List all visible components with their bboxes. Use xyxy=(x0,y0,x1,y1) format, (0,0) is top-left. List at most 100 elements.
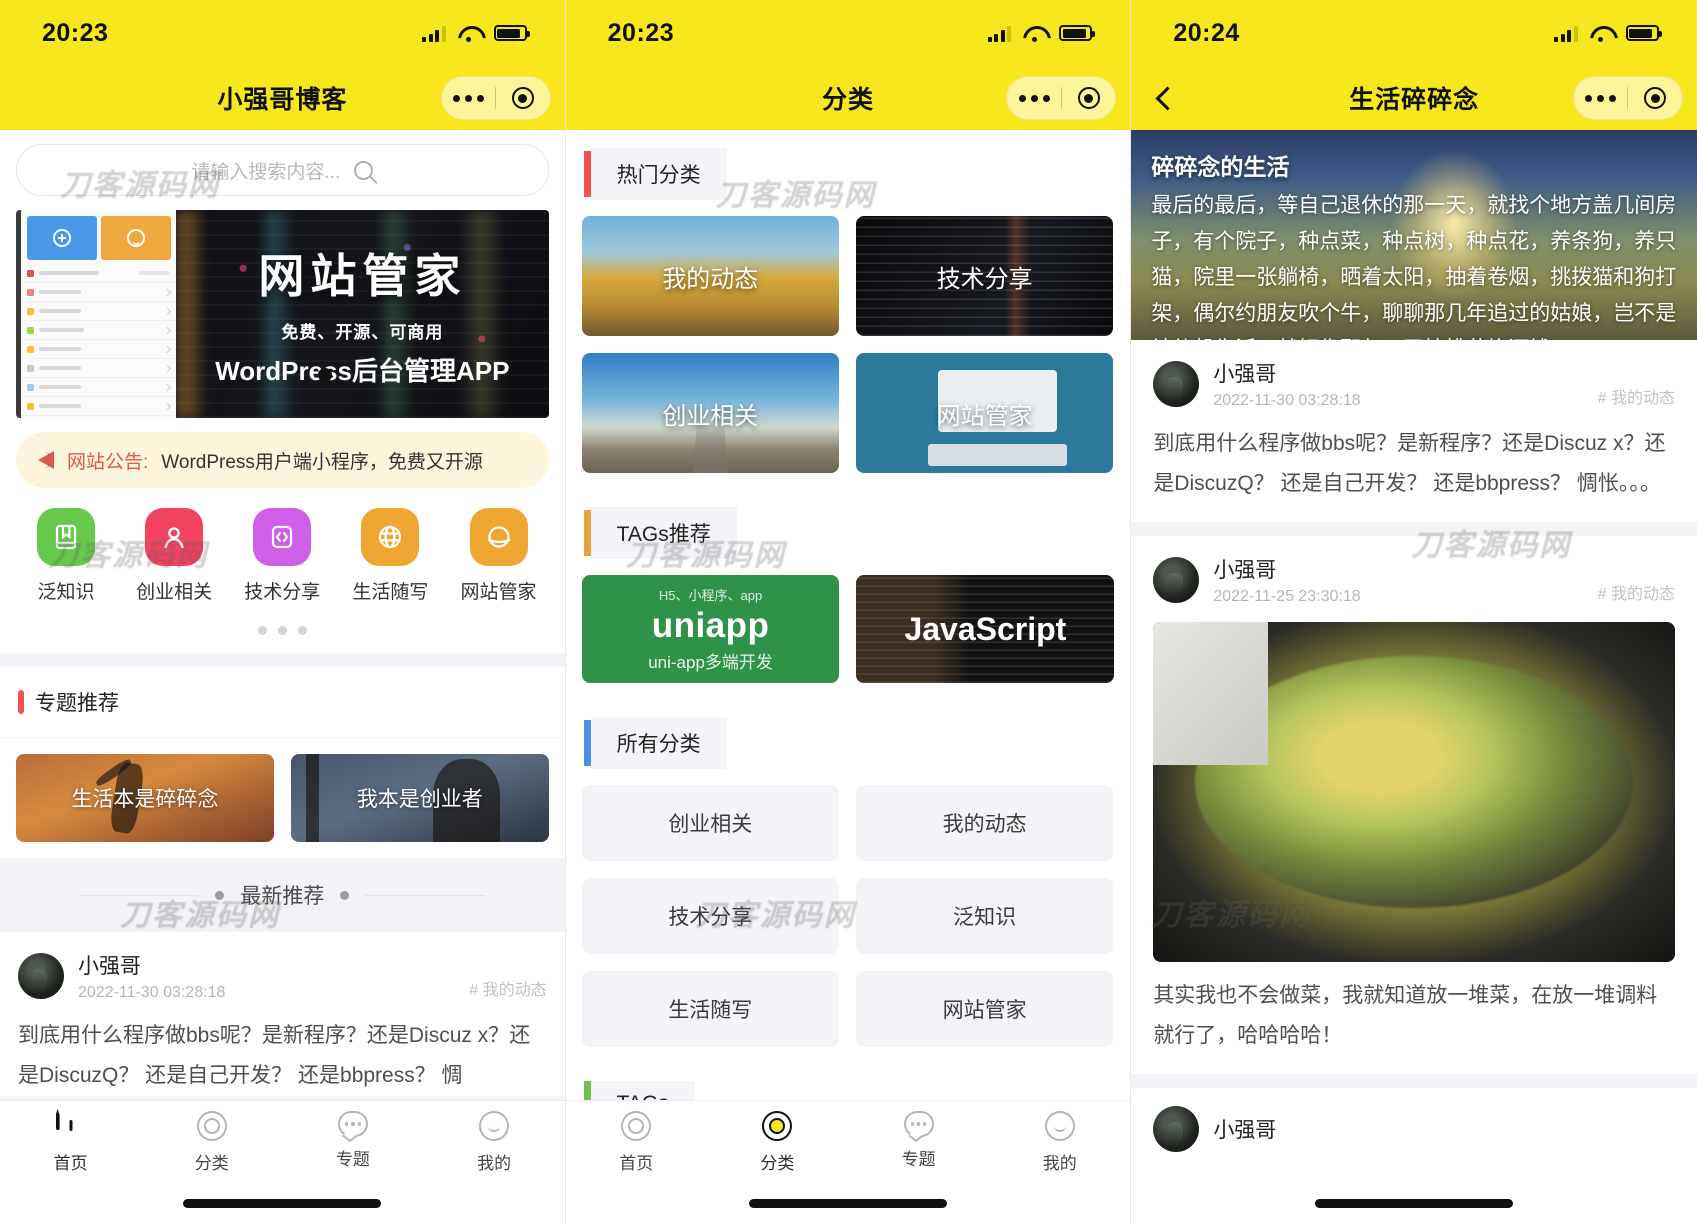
tab-profile[interactable]: 我的 xyxy=(989,1111,1130,1224)
search-icon[interactable] xyxy=(354,160,374,180)
category-icon xyxy=(196,1111,227,1141)
banner-tile-feedback xyxy=(101,216,171,260)
post-tag[interactable]: # 我的动态 xyxy=(1598,580,1675,604)
announcement-text: WordPress用户端小程序，免费又开源 xyxy=(161,451,483,473)
close-target-icon[interactable] xyxy=(496,87,550,109)
home-banner[interactable]: 网站管家 免费、开源、可商用 WordPress后台管理APP xyxy=(16,210,549,418)
banner-list-row xyxy=(21,283,176,302)
hot-card[interactable]: 网站管家 xyxy=(855,353,1114,473)
tab-label: 首页 xyxy=(619,1154,654,1173)
wechat-capsule-menu[interactable] xyxy=(440,76,551,120)
tab-label: 我的 xyxy=(477,1154,512,1173)
tag-card-uniapp[interactable]: H5、小程序、app uniapp uni-app多端开发 xyxy=(581,575,840,683)
post-image[interactable] xyxy=(1153,622,1675,962)
post-item[interactable]: 小强哥 2022-11-30 03:28:18 # 我的动态 到底用什么程序做b… xyxy=(1131,340,1697,522)
tab-profile[interactable]: 我的 xyxy=(424,1111,565,1224)
category-button[interactable]: 泛知识 xyxy=(855,878,1114,954)
topic-hero-title: 碎碎念的生活 xyxy=(1151,154,1290,180)
hot-card[interactable]: 技术分享 xyxy=(855,216,1114,336)
back-button[interactable] xyxy=(1145,78,1185,118)
category-button[interactable]: 生活随写 xyxy=(581,971,839,1047)
post-separator xyxy=(1131,1074,1697,1088)
post-header: 小强哥 2022-11-30 03:28:18 # 我的动态 xyxy=(18,950,547,1002)
quick-icon-fanzhishi[interactable]: 泛知识 xyxy=(12,508,120,604)
quick-icon-label: 泛知识 xyxy=(37,582,95,603)
tags-rec-section-header: TAGs推荐 xyxy=(583,507,1131,559)
hot-category-grid: 我的动态 技术分享 创业相关 网站管家 xyxy=(566,200,1131,489)
status-bar-2: 20:23 xyxy=(565,0,1131,66)
wechat-capsule-menu[interactable] xyxy=(1572,76,1683,120)
tag-card-sub: uni-app多端开发 xyxy=(648,653,773,672)
home-indicator xyxy=(1315,1199,1514,1208)
carousel-indicator[interactable] xyxy=(0,604,565,653)
tab-home[interactable]: 首页 xyxy=(566,1111,707,1224)
avatar xyxy=(1153,557,1200,603)
quick-icon-chuangye[interactable]: 创业相关 xyxy=(120,508,228,604)
quick-icon-jishu[interactable]: 技术分享 xyxy=(228,508,336,604)
tab-home[interactable]: 首页 xyxy=(0,1109,141,1224)
nav-bar-3: 生活碎碎念 xyxy=(1131,66,1697,130)
tag-card-title: JavaScript xyxy=(904,610,1067,647)
topic-label: 我本是创业者 xyxy=(356,788,483,811)
category-button[interactable]: 我的动态 xyxy=(855,785,1114,861)
category-button[interactable]: 技术分享 xyxy=(581,878,839,954)
tag-card-javascript[interactable]: JavaScript xyxy=(856,575,1115,683)
category-button[interactable]: 创业相关 xyxy=(581,785,839,861)
topic-hero-content: 碎碎念的生活 最后的最后，等自己退休的那一天，就找个地方盖几间房子，有个院子，种… xyxy=(1131,130,1697,340)
banner-dot-marker xyxy=(317,368,332,382)
status-indicators xyxy=(422,25,530,42)
banner-list-row xyxy=(21,378,176,397)
wifi-icon xyxy=(1023,25,1047,42)
post-tag[interactable]: # 我的动态 xyxy=(1598,384,1675,408)
more-dots-icon[interactable] xyxy=(1007,94,1061,102)
avatar xyxy=(1153,1106,1200,1152)
avatar xyxy=(1153,361,1200,407)
post-header: 小强哥 2022-11-30 03:28:18 # 我的动态 xyxy=(1153,358,1675,410)
wechat-capsule-menu[interactable] xyxy=(1006,76,1117,120)
post-item[interactable]: 小强哥 2022-11-25 23:30:18 # 我的动态 其实我也不会做菜，… xyxy=(1131,536,1697,1074)
category-button[interactable]: 网站管家 xyxy=(855,971,1114,1047)
section-accent-bar xyxy=(583,720,591,766)
battery-icon xyxy=(1059,25,1096,41)
quick-icon-guanjia[interactable]: 网站管家 xyxy=(445,508,553,604)
signal-icon xyxy=(422,25,446,42)
hot-card[interactable]: 我的动态 xyxy=(581,216,839,336)
more-dots-icon[interactable] xyxy=(1574,94,1628,102)
status-indicators xyxy=(1554,25,1662,42)
close-target-icon[interactable] xyxy=(1062,87,1116,109)
post-item[interactable]: 小强哥 xyxy=(1131,1088,1697,1152)
nav-bar-1: 小强哥博客 xyxy=(0,66,565,130)
tab-bar-1: 首页 分类 专题 我的 xyxy=(0,1100,565,1224)
hot-section-header: 热门分类 xyxy=(583,148,1131,200)
post-author-block: 小强哥 2022-11-30 03:28:18 xyxy=(1213,358,1360,410)
tag-card-title: uniapp xyxy=(651,606,770,645)
topic-card[interactable]: 我本是创业者 xyxy=(290,754,549,842)
announcement-bar[interactable]: 网站公告: WordPress用户端小程序，免费又开源 xyxy=(16,432,549,488)
topic-card[interactable]: 生活本是碎碎念 xyxy=(16,754,274,842)
post-time: 2022-11-30 03:28:18 xyxy=(1213,392,1361,409)
close-target-icon[interactable] xyxy=(1628,87,1682,109)
divider-line xyxy=(79,894,200,896)
nav-bar-2: 分类 xyxy=(565,66,1131,130)
profile-smile-icon xyxy=(1044,1111,1075,1141)
wifi-icon xyxy=(1590,25,1614,42)
battery-icon xyxy=(493,25,530,41)
phone-screen-category: 20:23 分类 热门分类 我的动态 技术分享 创业相关 网站管家 TAGs推荐… xyxy=(565,0,1132,1224)
quick-icon-shenghuo[interactable]: 生活随写 xyxy=(336,508,444,604)
hot-card[interactable]: 创业相关 xyxy=(581,353,839,473)
section-accent-bar xyxy=(583,151,591,197)
search-placeholder: 请输入搜索内容... xyxy=(191,161,341,183)
search-input[interactable]: 请输入搜索内容... xyxy=(16,144,549,196)
banner-subtitle-2: WordPress后台管理APP xyxy=(215,356,510,386)
latest-divider: 最新推荐 xyxy=(0,858,565,932)
planet-icon xyxy=(469,508,528,566)
post-text: 到底用什么程序做bbs呢？是新程序？还是Discuz x？还是DiscuzQ？ … xyxy=(1153,432,1666,495)
post-header: 小强哥 xyxy=(1153,1106,1675,1152)
status-time: 20:23 xyxy=(42,18,109,47)
status-time: 20:24 xyxy=(1173,18,1240,47)
post-item[interactable]: 小强哥 2022-11-30 03:28:18 # 我的动态 到底用什么程序做b… xyxy=(0,932,565,1096)
post-tag[interactable]: # 我的动态 xyxy=(469,976,546,1000)
topic-hero: 碎碎念的生活 最后的最后，等自己退休的那一天，就找个地方盖几间房子，有个院子，种… xyxy=(1131,130,1697,340)
quick-icon-row: 泛知识 创业相关 技术分享 生活随写 网站管家 xyxy=(0,488,565,604)
more-dots-icon[interactable] xyxy=(442,94,496,102)
